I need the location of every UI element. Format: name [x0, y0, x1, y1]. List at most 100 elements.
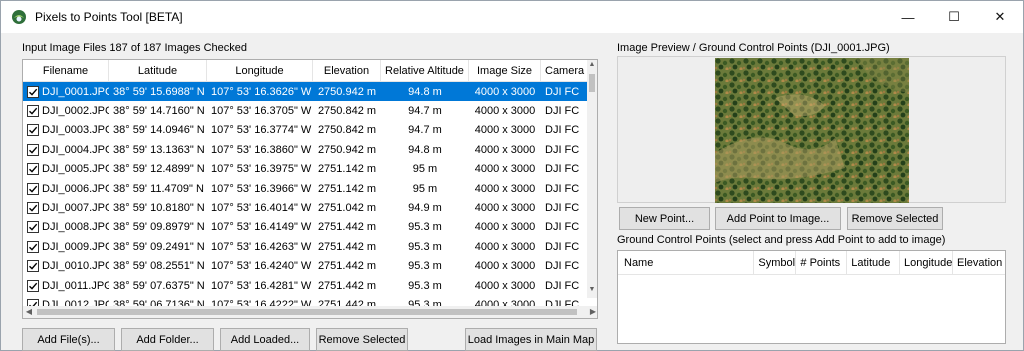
title-bar: Pixels to Points Tool [BETA] — ☐ ✕: [1, 1, 1023, 33]
header-elevation[interactable]: Elevation: [313, 60, 381, 82]
add-point-to-image-button[interactable]: Add Point to Image...: [715, 207, 841, 230]
camera-cell: DJI FC30: [545, 221, 579, 234]
longitude-cell: 107° 53' 16.3626" W: [211, 85, 312, 98]
filename-cell: DJI_0013.JPG: [23, 318, 109, 319]
row-checkbox[interactable]: [27, 279, 39, 292]
header-relative-altitude[interactable]: Relative Altitude: [381, 60, 469, 82]
new-point-button[interactable]: New Point...: [619, 207, 710, 230]
camera-cell: DJI FC30: [545, 182, 579, 195]
camera-cell: DJI FC30: [545, 163, 579, 176]
latitude-cell: 38° 59' 11.4709" N: [113, 182, 204, 195]
header-image-size[interactable]: Image Size: [469, 60, 541, 82]
latitude-cell: 38° 59' 13.1363" N: [113, 143, 205, 156]
image-size-cell: 4000 x 3000: [474, 143, 536, 156]
load-images-main-map-button[interactable]: Load Images in Main Map: [465, 328, 597, 351]
gcp-table[interactable]: Name Symbol # Points Latitude Longitude …: [617, 250, 1006, 344]
table-row[interactable]: DJI_0002.JPG 38° 59' 14.7160" N 107° 53' 1…: [23, 101, 589, 120]
table-row[interactable]: DJI_0003.JPG 38° 59' 14.0946" N 107° 53' 1…: [23, 121, 589, 140]
filename-text: DJI_0009.JPG: [42, 240, 109, 253]
gcp-header-longitude[interactable]: Longitude: [900, 250, 953, 275]
gcp-header-latitude[interactable]: Latitude: [847, 250, 900, 275]
filename-text: DJI_0008.JPG: [42, 221, 109, 234]
horizontal-scrollbar[interactable]: ◀ ▶: [23, 306, 597, 318]
image-preview-panel[interactable]: [617, 56, 1006, 203]
table-row[interactable]: DJI_0011.JPG 38° 59' 07.6375" N 107° 53' 1…: [23, 276, 589, 295]
table-row[interactable]: DJI_0010.JPG 38° 59' 08.2551" N 107° 53' 1…: [23, 257, 589, 276]
table-row[interactable]: DJI_0009.JPG 38° 59' 09.2491" N 107° 53' 1…: [23, 237, 589, 256]
add-folder-button[interactable]: Add Folder...: [121, 328, 214, 351]
minimize-button[interactable]: —: [885, 1, 931, 33]
gcp-header-symbol[interactable]: Symbol: [754, 250, 797, 275]
header-camera[interactable]: Camera: [541, 60, 589, 82]
input-files-table[interactable]: Filename Latitude Longitude Elevation Re…: [22, 59, 598, 319]
latitude-cell: 38° 59' 09.8979" N: [113, 221, 205, 234]
camera-cell: DJI FC30: [545, 279, 579, 292]
row-checkbox[interactable]: [27, 260, 39, 273]
row-checkbox[interactable]: [27, 143, 39, 156]
longitude-cell: 107° 53' 16.4149" W: [211, 221, 312, 234]
image-preview-label: Image Preview / Ground Control Points (D…: [617, 42, 890, 54]
row-checkbox[interactable]: [27, 240, 39, 253]
close-button[interactable]: ✕: [977, 1, 1023, 33]
image-size-cell: 4000 x 3000: [474, 221, 536, 234]
filename-cell: DJI_0002.JPG: [23, 105, 109, 118]
scroll-down-icon[interactable]: ▼: [587, 286, 597, 296]
scroll-right-icon[interactable]: ▶: [587, 306, 597, 318]
row-checkbox[interactable]: [27, 202, 39, 215]
row-checkbox[interactable]: [27, 221, 39, 234]
relative-altitude-cell: 94.7 m: [408, 124, 442, 137]
filename-text: DJI_0007.JPG: [42, 202, 109, 215]
vertical-scroll-thumb[interactable]: [589, 74, 595, 92]
table-row[interactable]: DJI_0006.JPG 38° 59' 11.4709" N 107° 53' 1…: [23, 179, 589, 198]
row-checkbox[interactable]: [27, 318, 39, 319]
table-row[interactable]: DJI_0007.JPG 38° 59' 10.8180" N 107° 53' 1…: [23, 198, 589, 217]
elevation-cell: 2751.442 m: [317, 240, 377, 253]
table-row[interactable]: DJI_0004.JPG 38° 59' 13.1363" N 107° 53' 1…: [23, 140, 589, 159]
header-longitude[interactable]: Longitude: [207, 60, 313, 82]
row-checkbox[interactable]: [27, 85, 39, 98]
horizontal-scroll-thumb[interactable]: [37, 309, 577, 315]
header-filename[interactable]: Filename: [23, 60, 109, 82]
elevation-cell: 2751.442 m: [317, 260, 377, 273]
filename-cell: DJI_0009.JPG: [23, 240, 109, 253]
table-row[interactable]: DJI_0001.JPG 38° 59' 15.6988" N 107° 53' 1…: [23, 82, 589, 102]
scroll-up-icon[interactable]: ▲: [587, 61, 597, 71]
pixels-to-points-window: Pixels to Points Tool [BETA] — ☐ ✕ Input…: [0, 0, 1024, 351]
scroll-left-icon[interactable]: ◀: [23, 306, 35, 318]
relative-altitude-cell: 94.7 m: [408, 105, 442, 118]
vertical-scrollbar[interactable]: ▲ ▼: [587, 60, 597, 298]
aerial-image-preview[interactable]: [715, 58, 909, 203]
remove-selected-files-button[interactable]: Remove Selected: [316, 328, 408, 351]
elevation-cell: 2751.042 m: [317, 202, 377, 215]
row-checkbox[interactable]: [27, 124, 39, 137]
add-files-button[interactable]: Add File(s)...: [22, 328, 115, 351]
filename-cell: DJI_0005.JPG: [23, 163, 109, 176]
row-checkbox[interactable]: [27, 163, 39, 176]
longitude-cell: 107° 53' 16.4299" W: [207, 318, 313, 319]
maximize-button[interactable]: ☐: [931, 1, 977, 33]
relative-altitude-cell: 94.9 m: [408, 202, 442, 215]
image-size-cell: 4000 x 3000: [474, 105, 536, 118]
input-files-label: Input Image Files 187 of 187 Images Chec…: [22, 42, 248, 54]
table-row[interactable]: DJI_0005.JPG 38° 59' 12.4899" N 107° 53' 1…: [23, 160, 589, 179]
row-checkbox[interactable]: [27, 105, 39, 118]
image-size-cell: 4000 x 3000: [474, 260, 536, 273]
header-latitude[interactable]: Latitude: [109, 60, 207, 82]
longitude-cell: 107° 53' 16.4014" W: [211, 202, 312, 215]
table-header: Filename Latitude Longitude Elevation Re…: [23, 60, 597, 82]
gcp-header-points[interactable]: # Points: [796, 250, 848, 275]
camera-cell: DJI FC30: [545, 85, 579, 98]
elevation-cell: 2750.942 m: [317, 143, 377, 156]
gcp-header-name[interactable]: Name: [618, 250, 755, 275]
image-size-cell: 4000 x 3000: [474, 279, 536, 292]
table-row[interactable]: DJI_0008.JPG 38° 59' 09.8979" N 107° 53' 1…: [23, 218, 589, 237]
add-loaded-button[interactable]: Add Loaded...: [220, 328, 310, 351]
image-size-cell: 4000 x 3000: [474, 85, 536, 98]
filename-cell: DJI_0011.JPG: [23, 279, 109, 292]
remove-selected-point-button[interactable]: Remove Selected: [847, 207, 943, 230]
elevation-cell: 2750.842 m: [317, 105, 377, 118]
gcp-header-elevation[interactable]: Elevation: [953, 251, 1005, 275]
relative-altitude-cell: 95 m: [412, 163, 438, 176]
row-checkbox[interactable]: [27, 182, 39, 195]
longitude-cell: 107° 53' 16.3966" W: [211, 182, 312, 195]
